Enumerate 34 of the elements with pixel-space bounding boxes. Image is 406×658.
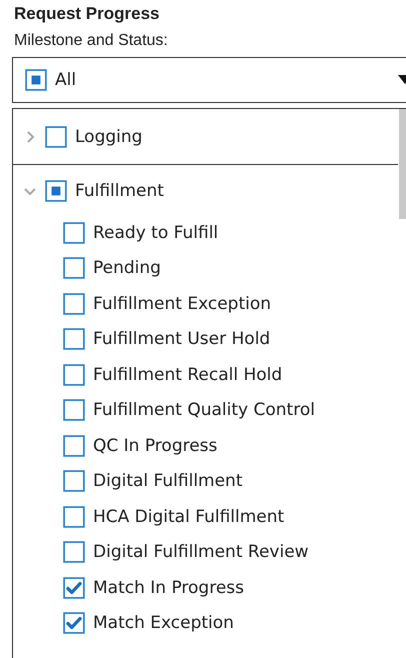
tree-item-label[interactable]: Fulfillment User Hold xyxy=(93,329,270,350)
checkbox[interactable] xyxy=(63,364,85,386)
tree-item-label[interactable]: Ready to Fulfill xyxy=(93,222,218,243)
checkbox[interactable] xyxy=(63,612,85,634)
tree-item-label[interactable]: Logging xyxy=(75,126,142,146)
checkbox[interactable] xyxy=(63,399,85,422)
checkbox[interactable] xyxy=(45,180,67,202)
checkbox[interactable] xyxy=(63,470,85,492)
tree-item-label[interactable]: QC In Progress xyxy=(93,436,218,456)
checkbox[interactable] xyxy=(63,222,85,244)
tree-item-label[interactable]: Match In Progress xyxy=(93,578,244,598)
checkbox[interactable] xyxy=(45,126,67,148)
checkbox[interactable] xyxy=(63,541,85,564)
tree-item-label[interactable]: Fulfillment Exception xyxy=(93,294,272,314)
tree-item-label[interactable]: HCA Digital Fulfillment xyxy=(93,506,284,527)
checkbox[interactable] xyxy=(25,69,47,91)
section-title: Request Progress xyxy=(14,4,160,24)
checkbox[interactable] xyxy=(63,506,85,528)
tree-item-label[interactable]: Fulfillment Quality Control xyxy=(93,400,315,420)
checkbox[interactable] xyxy=(63,434,85,457)
tree-item-label[interactable]: Pending xyxy=(93,258,161,278)
dropdown-value: All xyxy=(55,70,78,90)
tree-item-label[interactable]: Match Exception xyxy=(93,613,234,634)
checkbox[interactable] xyxy=(63,257,85,280)
tree-item-label[interactable]: Digital Fulfillment xyxy=(93,471,242,492)
scrollbar-thumb[interactable] xyxy=(399,109,406,219)
checkbox[interactable] xyxy=(63,328,85,350)
dropdown-field[interactable]: All xyxy=(12,57,406,103)
tree-item-label[interactable]: Fulfillment xyxy=(75,181,164,201)
field-label: Milestone and Status: xyxy=(14,32,169,50)
checkbox[interactable] xyxy=(63,292,85,315)
tree-item-label[interactable]: Fulfillment Recall Hold xyxy=(93,364,282,385)
checkbox[interactable] xyxy=(63,576,85,599)
tree-item-label[interactable]: Digital Fulfillment Review xyxy=(93,542,309,562)
